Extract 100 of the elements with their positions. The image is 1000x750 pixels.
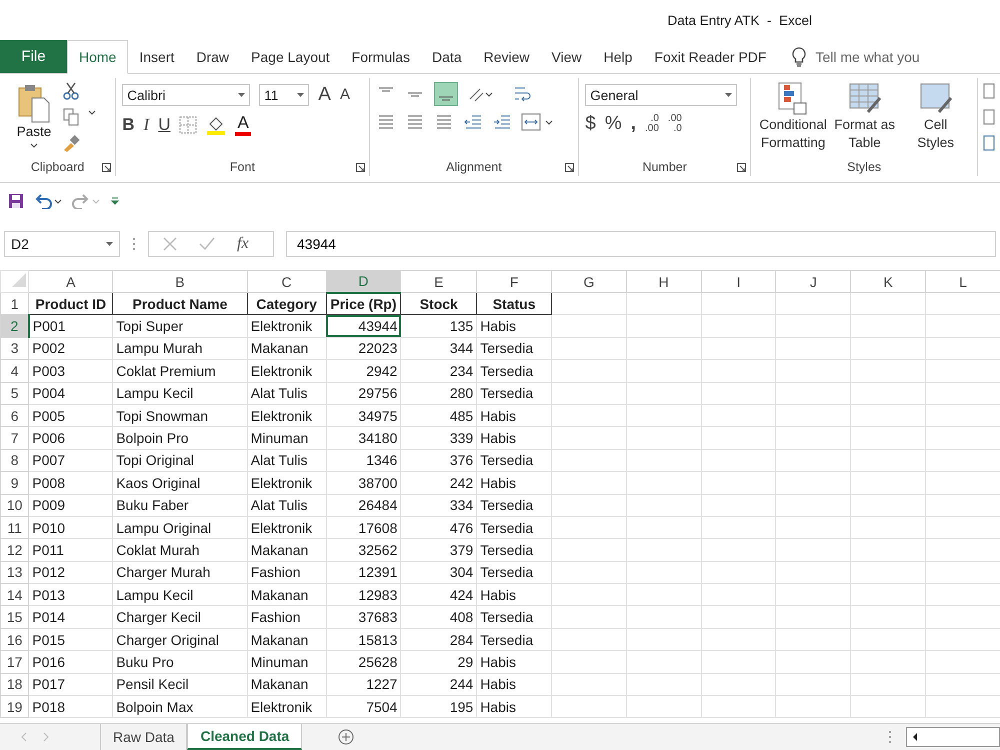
table-cell: 29 bbox=[400, 650, 477, 674]
font-size-field[interactable]: 11 bbox=[259, 84, 310, 106]
table-cell: 26484 bbox=[326, 494, 401, 516]
ribbon-tab[interactable]: Page Layout bbox=[240, 40, 341, 73]
tell-me-field[interactable]: Tell me what you bbox=[813, 40, 938, 73]
row-header[interactable]: 17 bbox=[0, 650, 29, 674]
name-box[interactable]: D2 bbox=[4, 231, 120, 257]
table-cell: 43944 bbox=[326, 314, 401, 338]
styles-button[interactable]: Format as Table bbox=[829, 80, 900, 154]
column-header[interactable]: F bbox=[476, 270, 552, 292]
bold-button[interactable]: B bbox=[122, 115, 135, 135]
column-header[interactable]: I bbox=[701, 270, 776, 292]
dialog-launcher-icon[interactable] bbox=[565, 163, 574, 172]
column-header[interactable]: K bbox=[850, 270, 926, 292]
table-cell: P013 bbox=[28, 584, 113, 606]
row-header[interactable]: 7 bbox=[0, 426, 29, 450]
merge-icon[interactable] bbox=[520, 112, 553, 132]
file-tab[interactable]: File bbox=[0, 40, 67, 73]
ribbon-tab[interactable]: Review bbox=[472, 40, 541, 73]
row-header[interactable]: 13 bbox=[0, 561, 29, 584]
grow-font-button[interactable]: A bbox=[318, 85, 331, 105]
decrease-decimal-button[interactable]: .00 .0 bbox=[668, 114, 682, 134]
sheet-tab[interactable]: Cleaned Data bbox=[187, 724, 302, 750]
caret-icon[interactable] bbox=[297, 93, 304, 97]
column-header[interactable]: L bbox=[926, 270, 1000, 292]
column-header[interactable]: B bbox=[112, 270, 248, 292]
column-header[interactable]: A bbox=[28, 270, 113, 292]
column-header[interactable]: G bbox=[552, 270, 626, 292]
cut-icon[interactable] bbox=[62, 82, 80, 100]
currency-button[interactable]: $ bbox=[585, 114, 596, 134]
caret-icon[interactable] bbox=[725, 93, 732, 97]
row-header[interactable]: 5 bbox=[0, 382, 29, 404]
italic-button[interactable]: I bbox=[144, 115, 150, 135]
row-header[interactable]: 10 bbox=[0, 494, 29, 516]
column-header[interactable]: C bbox=[247, 270, 326, 292]
paste-button[interactable]: Paste bbox=[12, 80, 56, 151]
customize-toolbar-icon[interactable] bbox=[110, 196, 120, 206]
row-header[interactable]: 9 bbox=[0, 472, 29, 494]
copy-icon[interactable] bbox=[62, 108, 80, 126]
dialog-launcher-icon[interactable] bbox=[102, 163, 112, 172]
column-header[interactable]: H bbox=[626, 270, 702, 292]
ribbon-tab[interactable]: Home bbox=[67, 40, 128, 74]
table-cell: Makanan bbox=[247, 628, 326, 651]
row-header[interactable]: 6 bbox=[0, 404, 29, 427]
bottom-align-icon[interactable] bbox=[434, 82, 458, 106]
row-header[interactable]: 19 bbox=[0, 696, 29, 718]
caret-icon[interactable] bbox=[88, 110, 96, 116]
save-icon[interactable] bbox=[8, 193, 24, 209]
ribbon-tab[interactable]: Formulas bbox=[340, 40, 422, 73]
caret-icon[interactable] bbox=[106, 242, 113, 246]
column-header[interactable]: E bbox=[400, 270, 477, 292]
formula-field[interactable]: 43944 bbox=[286, 231, 996, 257]
row-header[interactable]: 15 bbox=[0, 606, 29, 628]
row-header[interactable]: 11 bbox=[0, 516, 29, 539]
table-cell: 280 bbox=[400, 382, 477, 404]
ribbon-tab[interactable]: Help bbox=[592, 40, 644, 73]
styles-button[interactable]: Cell Styles bbox=[900, 80, 972, 154]
fill-color-icon[interactable] bbox=[206, 115, 226, 135]
caret-icon[interactable] bbox=[30, 143, 38, 149]
underline-button[interactable]: U bbox=[158, 115, 170, 135]
column-header[interactable]: D bbox=[326, 270, 401, 292]
dialog-launcher-icon[interactable] bbox=[356, 163, 365, 172]
horizontal-scrollbar[interactable] bbox=[906, 727, 1000, 747]
row-header[interactable]: 2 bbox=[0, 314, 29, 338]
number-format-field[interactable]: General bbox=[585, 84, 738, 106]
row-header[interactable]: 4 bbox=[0, 360, 29, 382]
shrink-font-button[interactable]: A bbox=[340, 85, 350, 105]
table-cell: 2942 bbox=[326, 360, 401, 382]
ribbon-tab[interactable]: Foxit Reader PDF bbox=[643, 40, 778, 73]
row-header[interactable]: 14 bbox=[0, 584, 29, 606]
add-sheet-icon[interactable] bbox=[338, 729, 354, 745]
font-color-button[interactable]: A bbox=[235, 114, 251, 136]
row-header[interactable]: 18 bbox=[0, 673, 29, 696]
undo-icon[interactable] bbox=[34, 193, 62, 209]
table-cell: P002 bbox=[28, 337, 113, 360]
row-header[interactable]: 16 bbox=[0, 628, 29, 651]
column-header[interactable]: J bbox=[776, 270, 851, 292]
table-cell: 22023 bbox=[326, 337, 401, 360]
caret-icon[interactable] bbox=[238, 93, 246, 97]
comma-button[interactable]: , bbox=[630, 114, 636, 134]
table-cell: Makanan bbox=[247, 538, 326, 562]
row-header[interactable]: 8 bbox=[0, 449, 29, 472]
ribbon-tab[interactable]: Data bbox=[421, 40, 473, 73]
dialog-launcher-icon[interactable] bbox=[737, 163, 746, 172]
table-cell: Topi Snowman bbox=[112, 404, 248, 427]
insert-function-button[interactable]: fx bbox=[237, 235, 249, 253]
table-cell: Elektronik bbox=[247, 404, 326, 427]
ribbon-tab[interactable]: View bbox=[540, 40, 593, 73]
borders-icon[interactable] bbox=[179, 116, 198, 134]
table-cell: 242 bbox=[400, 472, 477, 494]
format-painter-icon[interactable] bbox=[62, 134, 80, 152]
row-header[interactable]: 3 bbox=[0, 337, 29, 360]
ribbon-tab[interactable]: Draw bbox=[185, 40, 240, 73]
font-name-field[interactable]: Calibri bbox=[122, 84, 250, 106]
increase-decimal-button[interactable]: .0 .00 bbox=[645, 114, 659, 134]
percent-button[interactable]: % bbox=[604, 114, 622, 134]
table-cell: P012 bbox=[28, 561, 113, 584]
styles-button[interactable]: Conditional Formatting bbox=[757, 80, 830, 154]
row-header[interactable]: 12 bbox=[0, 538, 29, 562]
ribbon-tab[interactable]: Insert bbox=[128, 40, 186, 73]
